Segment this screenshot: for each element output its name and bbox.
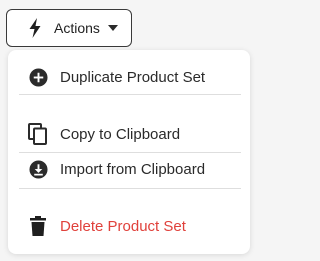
actions-menu: Duplicate Product Set Copy to Clipboard [8, 50, 250, 254]
menu-item-delete-product-set[interactable]: Delete Product Set [8, 210, 250, 242]
menu-item-copy-to-clipboard[interactable]: Copy to Clipboard [8, 118, 250, 150]
actions-button-label: Actions [54, 20, 100, 36]
bolt-icon [29, 18, 41, 38]
menu-divider [19, 94, 241, 95]
menu-item-label: Delete Product Set [60, 217, 186, 235]
download-circle-icon [28, 159, 48, 179]
page: Actions Duplicate Product Set Copy to Cl… [0, 0, 251, 261]
trash-icon [28, 216, 48, 236]
menu-item-label: Import from Clipboard [60, 160, 206, 178]
menu-item-label: Duplicate Product Set [60, 68, 206, 86]
chevron-down-icon [107, 25, 118, 31]
copy-icon [28, 123, 48, 145]
menu-item-duplicate-product-set[interactable]: Duplicate Product Set [8, 61, 250, 93]
menu-divider [19, 188, 241, 189]
menu-item-label: Copy to Clipboard [60, 125, 181, 143]
menu-item-import-from-clipboard[interactable]: Import from Clipboard [8, 153, 250, 185]
actions-button[interactable]: Actions [6, 9, 132, 47]
plus-circle-icon [28, 67, 48, 87]
